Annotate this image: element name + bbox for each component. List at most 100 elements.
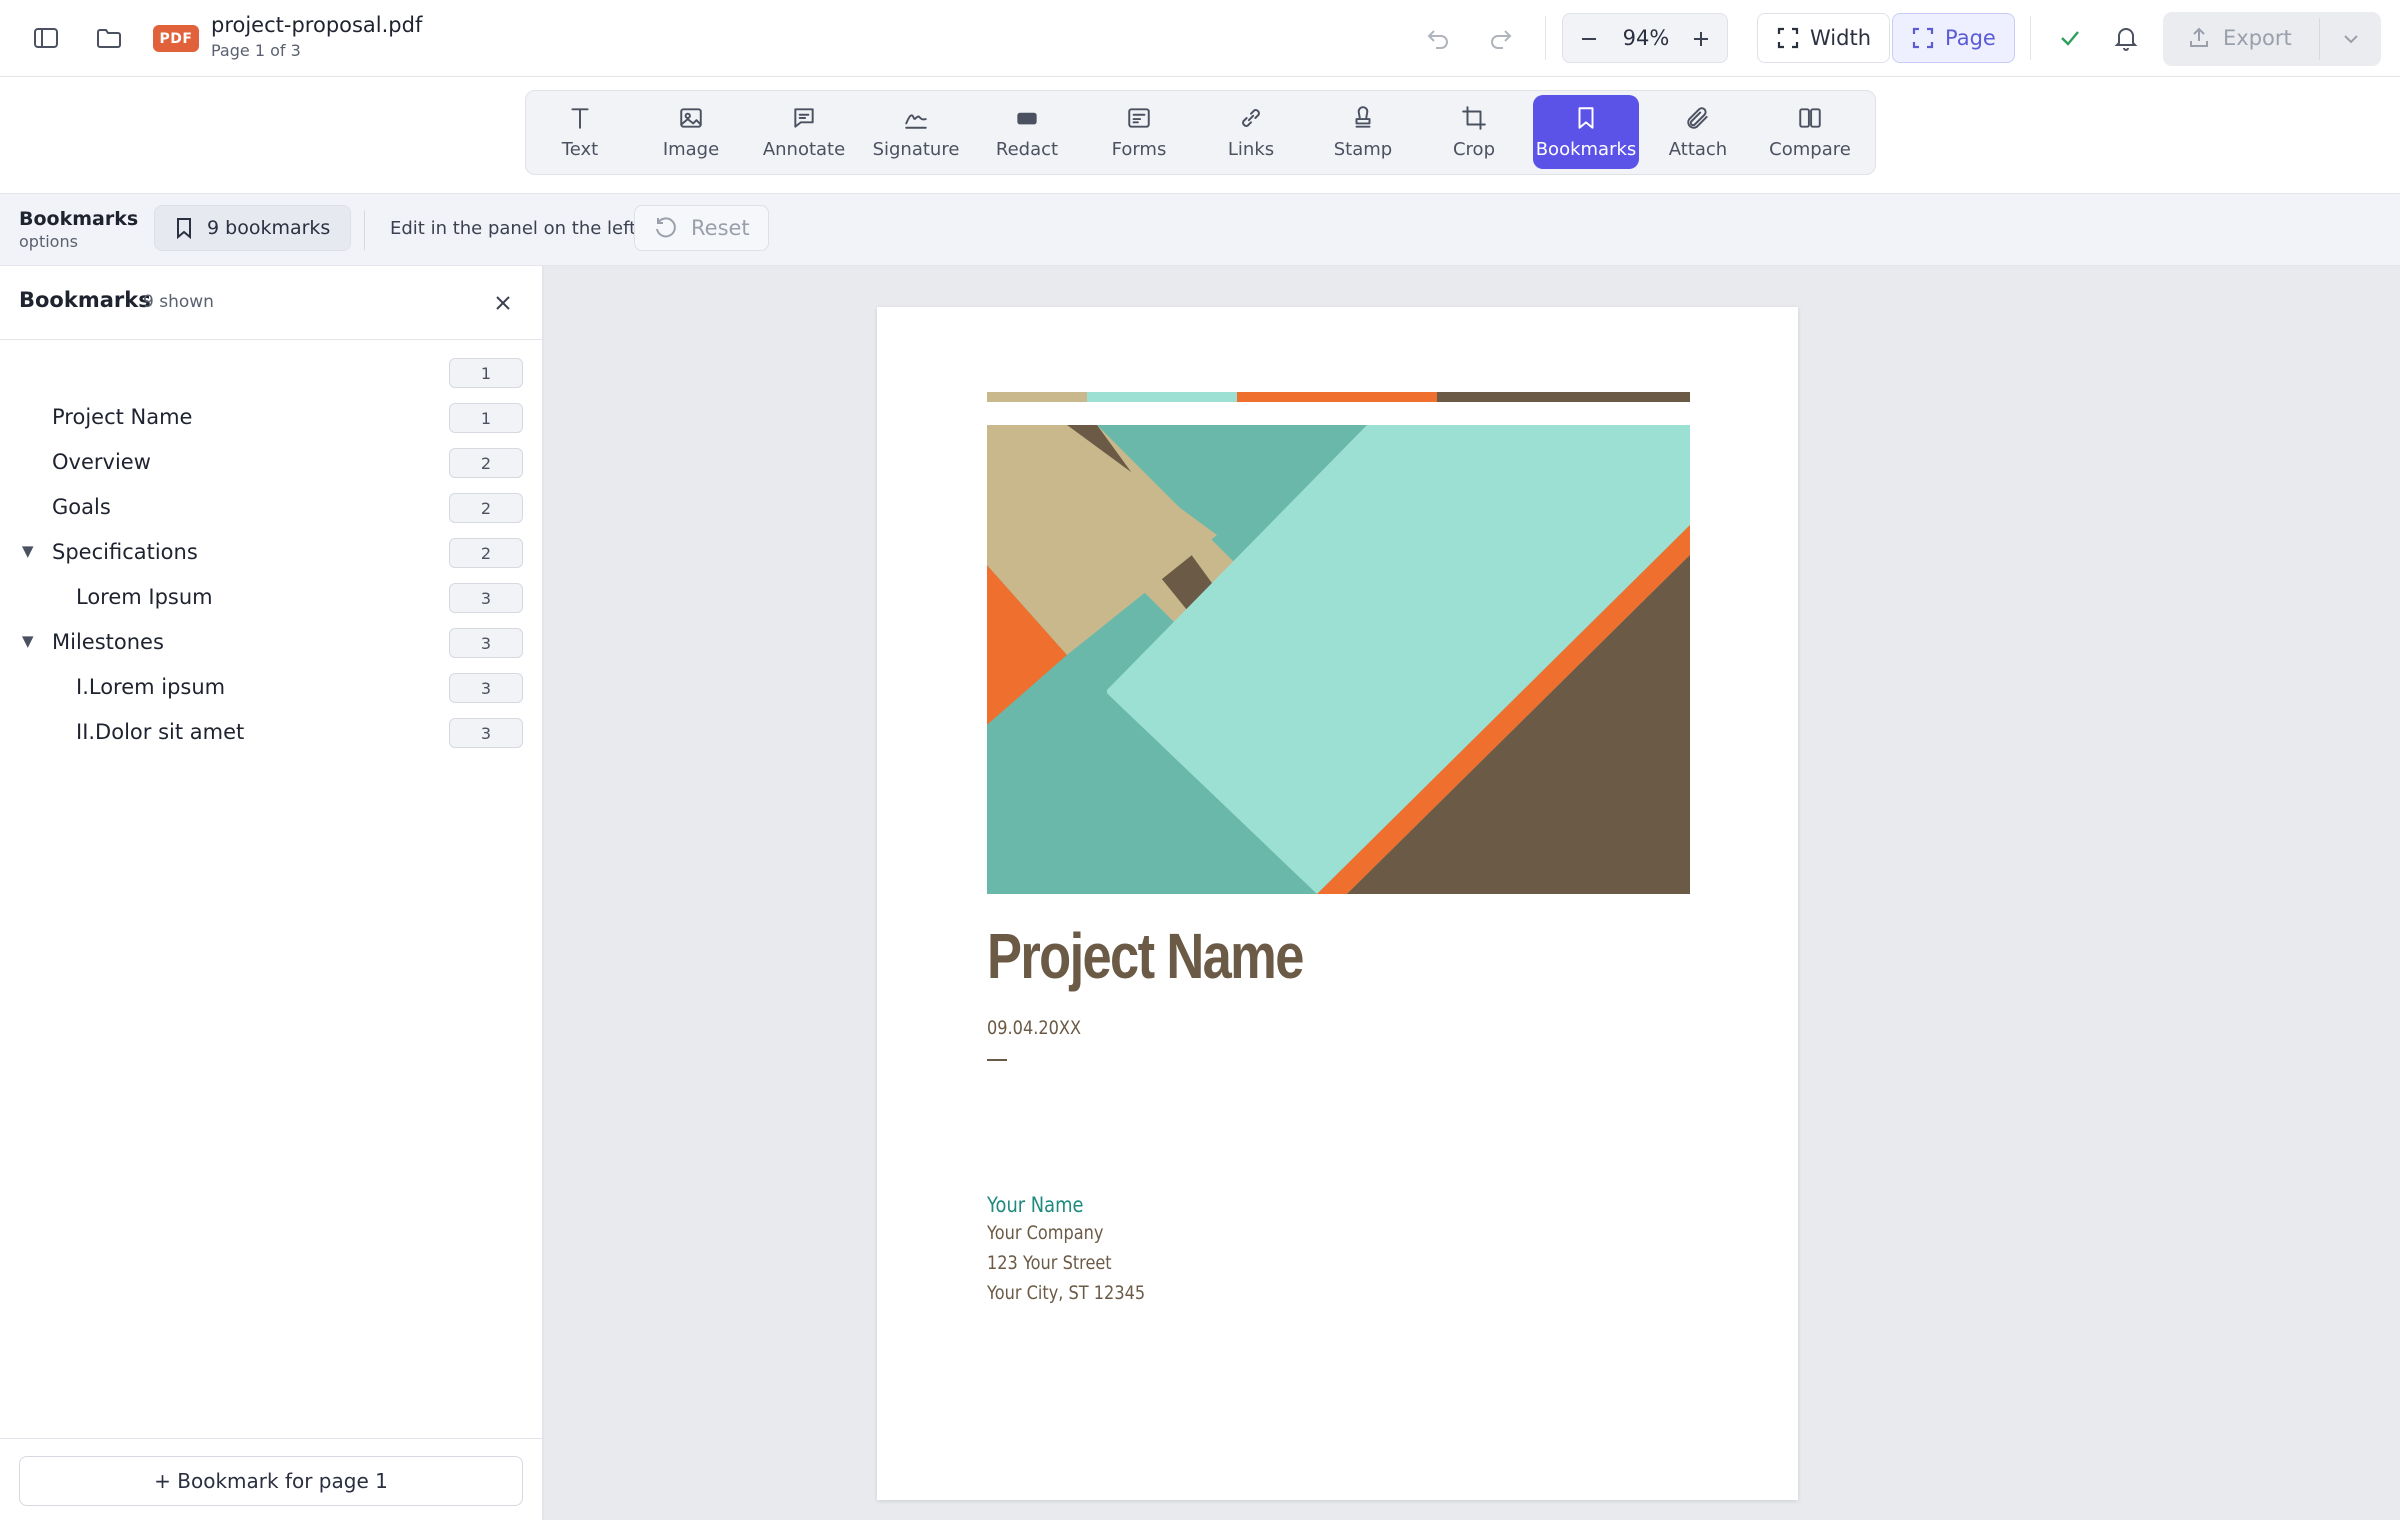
export-label: Export [2223,26,2292,50]
bookmark-page-field[interactable]: 2 [449,493,523,523]
company-name: Your Company [987,1222,1104,1244]
fit-width-label: Width [1810,26,1872,50]
fit-width-button[interactable]: Width [1757,13,1891,63]
bookmarks-panel-footer: + Bookmark for page 1 [0,1438,542,1520]
bookmark-page-field[interactable]: 3 [449,583,523,613]
bookmark-label: Specifications [52,540,198,564]
zoom-in-button[interactable] [1683,21,1719,57]
stamp-icon [1355,105,1371,128]
city-address: Your City, ST 12345 [987,1282,1146,1304]
bookmark-item[interactable]: I.Lorem ipsum 3 [0,667,542,707]
bookmarks-panel: Bookmarks 9 shown 1 Project Name 1 Overview… [0,266,544,1520]
bookmark-item[interactable]: 1 [0,352,542,392]
bookmark-count-badge: 9 bookmarks [154,205,352,251]
bookmark-item[interactable]: Overview 2 [0,442,542,482]
caret-down-icon[interactable]: ▼ [22,542,34,560]
fit-page-label: Page [1945,26,1996,50]
bookmark-item[interactable]: Lorem Ipsum 3 [0,577,542,617]
panel-count: 9 shown [143,292,214,312]
document-title: Project Name [987,920,1304,992]
tool-label: Bookmarks [1535,138,1637,160]
pdf-page[interactable]: Project Name 09.04.20XX Your Name Your C… [877,307,1798,1500]
options-hint: Edit in the panel on the left [390,218,637,239]
tool-label: Signature [872,138,960,160]
street-address: 123 Your Street [987,1252,1112,1274]
divider [987,1059,1007,1061]
crop-icon [1462,105,1486,130]
bookmark-count: 9 bookmarks [207,217,331,239]
bookmark-page-field[interactable]: 3 [449,718,523,748]
caret-down-icon[interactable]: ▼ [22,632,34,650]
tool-redact[interactable]: Redact [974,95,1080,169]
forms-icon [1128,107,1150,128]
bookmark-label: Lorem Ipsum [76,585,213,609]
zoom-control: 94% [1562,13,1728,63]
bookmark-page-field[interactable]: 2 [449,448,523,478]
open-folder-icon[interactable] [89,20,129,56]
fit-width-icon [1777,27,1799,49]
bell-icon[interactable] [2108,20,2144,56]
tool-label: Redact [995,138,1059,160]
bookmark-item[interactable]: ▼ Milestones 3 [0,622,542,662]
export-button[interactable]: Export [2187,26,2292,50]
tool-label: Links [1227,138,1275,160]
stripe-segment [1437,392,1690,402]
bookmark-item[interactable]: Project Name 1 [0,397,542,437]
tool-crop[interactable]: Crop [1421,95,1527,169]
compare-icon [1799,107,1821,128]
document-canvas[interactable]: Project Name 09.04.20XX Your Name Your C… [544,266,2400,1520]
bookmark-page-field[interactable]: 3 [449,673,523,703]
tool-annotate[interactable]: Annotate [751,95,857,169]
bookmark-item[interactable]: Goals 2 [0,487,542,527]
redo-icon[interactable] [1481,20,1521,56]
bookmark-page-field[interactable]: 1 [449,403,523,433]
tool-compare[interactable]: Compare [1757,95,1863,169]
bookmark-label: Milestones [52,630,164,654]
tool-text[interactable]: Text [527,95,633,169]
export-button-group: Export [2163,12,2381,66]
tool-label: Image [662,138,720,160]
bookmark-page-field[interactable]: 3 [449,628,523,658]
tool-signature[interactable]: Signature [863,95,969,169]
bookmark-label: Goals [52,495,111,519]
bookmark-page-field[interactable]: 2 [449,538,523,568]
tool-forms[interactable]: Forms [1086,95,1192,169]
divider [1545,16,1546,60]
fit-page-icon [1912,27,1934,49]
paperclip-icon [1687,106,1708,129]
options-bar: Bookmarks options 9 bookmarks Edit in th… [0,194,2400,266]
sidebar-toggle-icon[interactable] [26,20,66,56]
add-bookmark-button[interactable]: + Bookmark for page 1 [19,1456,523,1506]
bookmark-label: Project Name [52,405,193,429]
bookmark-label: I.Lorem ipsum [76,675,226,699]
reset-icon [656,217,676,238]
bookmark-item[interactable]: II.Dolor sit amet 3 [0,712,542,752]
stripe-segment [1087,392,1237,402]
undo-icon[interactable] [1418,20,1458,56]
tool-attach[interactable]: Attach [1645,95,1751,169]
tool-label: Stamp [1333,138,1393,160]
file-name: project-proposal.pdf [211,13,423,37]
author-name: Your Name [987,1193,1084,1217]
reset-button[interactable]: Reset [634,205,769,251]
zoom-level[interactable]: 94% [1619,26,1673,50]
options-subtitle: options [19,232,78,251]
chevron-down-icon[interactable] [2333,24,2369,54]
check-icon[interactable] [2052,20,2088,56]
tool-bar: Text Image Annotate Signature Redact Forms Lin… [0,77,2400,194]
annotate-icon [794,107,814,128]
close-icon[interactable] [486,286,520,320]
tool-image[interactable]: Image [638,95,744,169]
tool-stamp[interactable]: Stamp [1310,95,1416,169]
tool-links[interactable]: Links [1198,95,1304,169]
tool-label: Compare [1769,138,1851,160]
bookmark-item[interactable]: ▼ Specifications 2 [0,532,542,572]
zoom-out-button[interactable] [1571,21,1607,57]
tool-label: Text [561,138,599,160]
divider [2030,16,2031,60]
fit-page-button[interactable]: Page [1892,13,2015,63]
bookmark-page-field[interactable]: 1 [449,358,523,388]
tool-bookmarks[interactable]: Bookmarks [1533,95,1639,169]
text-icon [571,107,589,129]
page-indicator: Page 1 of 3 [211,41,301,60]
